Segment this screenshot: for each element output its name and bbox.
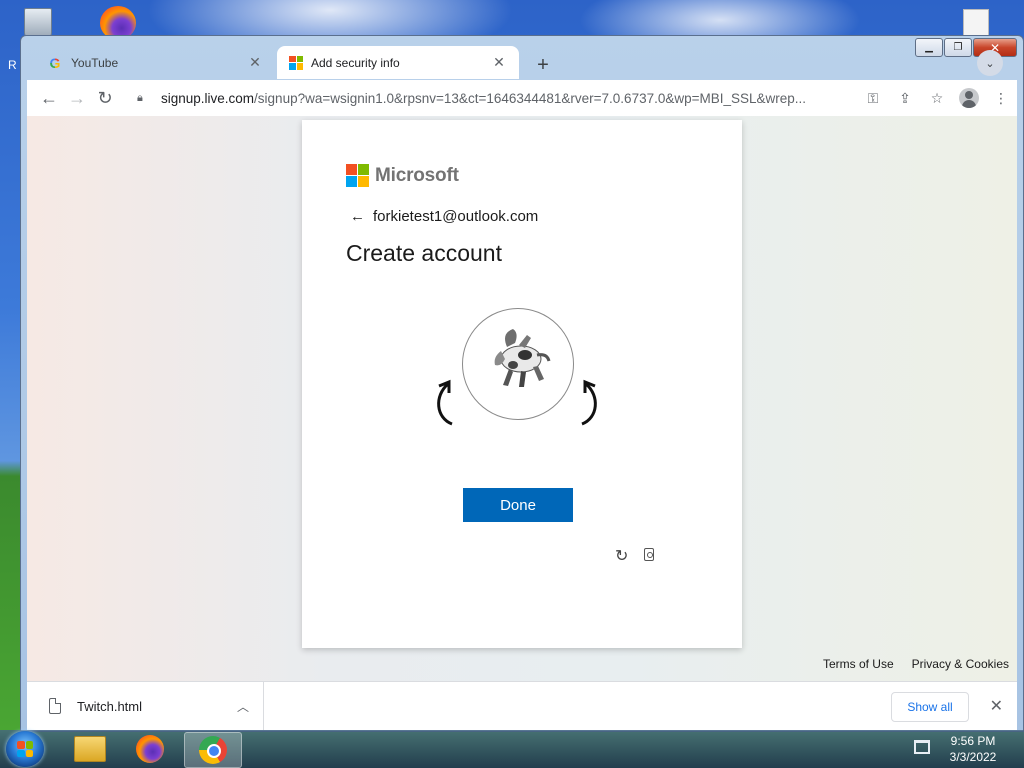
desktop-icon-label: R: [8, 58, 17, 72]
tab-title: Add security info: [311, 55, 400, 70]
signup-card: Microsoft ← forkietest1@outlook.com Crea…: [302, 120, 742, 648]
windows-explorer-icon[interactable]: [62, 732, 118, 766]
footer-links: Terms of Use Privacy & Cookies: [823, 657, 1009, 671]
animal-figure-image: [494, 329, 551, 387]
tab-close-icon[interactable]: ✕: [491, 54, 507, 71]
google-g-icon: G: [47, 55, 63, 71]
chrome-icon[interactable]: [184, 732, 242, 768]
microsoft-icon: [289, 55, 303, 70]
new-challenge-icon[interactable]: ↻: [615, 546, 628, 566]
back-button[interactable]: ←: [35, 84, 63, 112]
menu-kebab-icon[interactable]: ⋮: [985, 84, 1017, 112]
tab-search-button[interactable]: ⌄: [977, 50, 1003, 76]
audio-challenge-icon[interactable]: [644, 548, 654, 561]
browser-toolbar: ← → ↻ 🔒︎ signup.live.com/signup?wa=wsign…: [27, 80, 1017, 116]
microsoft-logo: Microsoft: [346, 164, 459, 187]
rotate-left-icon[interactable]: [430, 376, 460, 426]
new-tab-button[interactable]: +: [531, 53, 555, 77]
key-icon[interactable]: ⚿: [857, 84, 889, 112]
clock[interactable]: 9:56 PM 3/3/2022: [936, 733, 1010, 765]
network-icon[interactable]: [914, 740, 930, 754]
tab-strip: G YouTube ✕ Add security info ✕ + ⌄: [27, 44, 1017, 80]
tab-title: YouTube: [71, 55, 119, 70]
profile-button[interactable]: [953, 84, 985, 112]
browser-window: ▁ ❐ ✕ G YouTube ✕ Add security info ✕ + …: [20, 35, 1024, 732]
reload-button[interactable]: ↻: [91, 84, 119, 112]
taskbar: 9:56 PM 3/3/2022: [0, 730, 1024, 768]
chevron-up-icon[interactable]: ︿: [231, 698, 255, 715]
download-shelf: Twitch.html ︿ Show all ✕: [27, 681, 1017, 730]
clock-time: 9:56 PM: [950, 734, 996, 748]
privacy-cookies-link[interactable]: Privacy & Cookies: [912, 657, 1009, 671]
clock-date: 3/3/2022: [949, 750, 997, 764]
tab-close-icon[interactable]: ✕: [247, 54, 263, 71]
rotate-right-icon[interactable]: [576, 376, 606, 426]
forward-button[interactable]: →: [63, 84, 91, 112]
identity-email: forkietest1@outlook.com: [373, 208, 539, 225]
microsoft-logo-icon: [346, 164, 369, 187]
terms-of-use-link[interactable]: Terms of Use: [823, 657, 894, 671]
microsoft-wordmark: Microsoft: [375, 164, 459, 186]
windows-logo-icon: [17, 741, 33, 757]
identity-banner[interactable]: ← forkietest1@outlook.com: [350, 208, 538, 225]
share-icon[interactable]: ⇪: [889, 84, 921, 112]
show-all-button[interactable]: Show all: [891, 692, 969, 722]
tab-youtube[interactable]: G YouTube ✕: [35, 46, 275, 79]
done-button[interactable]: Done: [463, 488, 573, 522]
page-viewport: Microsoft ← forkietest1@outlook.com Crea…: [27, 116, 1017, 681]
bookmark-star-icon[interactable]: ☆: [921, 84, 953, 112]
page-title: Create account: [346, 240, 502, 266]
address-bar[interactable]: 🔒︎ signup.live.com/signup?wa=wsignin1.0&…: [137, 84, 845, 112]
download-item[interactable]: Twitch.html ︿: [27, 682, 264, 730]
rotate-puzzle-image: [462, 308, 574, 420]
start-button[interactable]: [6, 731, 44, 767]
file-icon: [49, 698, 61, 714]
firefox-icon[interactable]: [122, 732, 178, 766]
avatar-icon: [959, 88, 979, 108]
back-arrow-icon[interactable]: ←: [350, 208, 365, 225]
toolbar-actions: ⚿ ⇪ ☆ ⋮: [857, 84, 1017, 112]
close-download-shelf-icon[interactable]: ✕: [990, 696, 1003, 716]
tab-add-security-info[interactable]: Add security info ✕: [277, 46, 519, 79]
download-filename: Twitch.html: [77, 698, 143, 714]
lock-icon[interactable]: 🔒︎: [137, 92, 153, 105]
url-text[interactable]: signup.live.com/signup?wa=wsignin1.0&rps…: [161, 91, 836, 106]
